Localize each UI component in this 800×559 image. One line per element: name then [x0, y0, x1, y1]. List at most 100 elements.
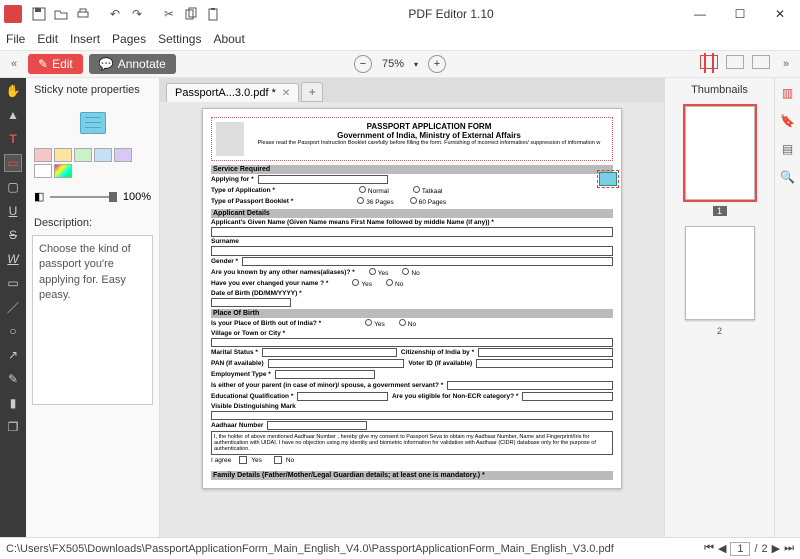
field-marks[interactable] [211, 411, 613, 420]
label-agree: I agree [211, 457, 231, 464]
two-page-view-icon[interactable] [726, 55, 744, 69]
swatch-purple[interactable] [114, 148, 132, 162]
field-gender[interactable] [242, 257, 613, 266]
arrow-tool-icon[interactable]: ↗ [4, 346, 22, 364]
annotate-mode-button[interactable]: 💬 Annotate [89, 54, 176, 74]
field-parent-gov[interactable] [447, 381, 613, 390]
field-citizenship[interactable] [478, 348, 613, 357]
prev-page-icon[interactable]: ◀ [718, 542, 726, 555]
underline-tool-icon[interactable]: U [4, 202, 22, 220]
radio-pob-yes[interactable]: Yes [374, 321, 385, 328]
continuous-view-icon[interactable] [752, 55, 770, 69]
description-textarea[interactable]: Choose the kind of passport you're apply… [32, 235, 153, 405]
image-tool-icon[interactable]: ▢ [4, 178, 22, 196]
search-panel-icon[interactable]: 🔍 [779, 168, 797, 186]
text-tool-icon[interactable]: T [4, 130, 22, 148]
menu-about[interactable]: About [213, 32, 244, 46]
swatch-pink[interactable] [34, 148, 52, 162]
swatch-green[interactable] [74, 148, 92, 162]
document-tab[interactable]: PassportA...3.0.pdf * ✕ [166, 83, 299, 102]
thumbnail-page-2[interactable] [685, 226, 755, 320]
radio-changed-yes[interactable]: Yes [361, 281, 372, 288]
field-dob[interactable] [211, 298, 291, 307]
next-page-icon[interactable]: ▶ [772, 542, 780, 555]
print-icon[interactable] [74, 5, 92, 23]
thumbnails-panel-icon[interactable]: ▥ [779, 84, 797, 102]
radio-aliases-yes[interactable]: Yes [378, 270, 389, 277]
radio-aliases-no[interactable]: No [411, 270, 419, 277]
attachments-panel-icon[interactable]: ▤ [779, 140, 797, 158]
pencil-tool-icon[interactable]: ✎ [4, 370, 22, 388]
copy-icon[interactable] [182, 5, 200, 23]
first-page-icon[interactable]: ⏮ [704, 542, 714, 555]
zoom-dropdown-icon[interactable]: ▾ [414, 60, 418, 69]
opacity-slider[interactable] [50, 196, 116, 198]
tab-close-icon[interactable]: ✕ [282, 88, 290, 99]
label-type-app: Type of Application * [211, 187, 275, 194]
description-label: Description: [26, 213, 159, 233]
swatch-yellow[interactable] [54, 148, 72, 162]
swatch-white[interactable] [34, 164, 52, 178]
radio-normal[interactable]: Normal [368, 188, 389, 195]
rect-tool-icon[interactable]: ▭ [4, 274, 22, 292]
field-applying-for[interactable] [258, 175, 388, 184]
zoom-out-button[interactable]: − [354, 55, 372, 73]
redo-icon[interactable]: ↷ [128, 5, 146, 23]
menu-file[interactable]: File [6, 32, 25, 46]
document-page[interactable]: PASSPORT APPLICATION FORM Government of … [202, 108, 622, 489]
save-icon[interactable] [30, 5, 48, 23]
paste-icon[interactable] [204, 5, 222, 23]
thumbnail-page-1[interactable] [685, 106, 755, 200]
menu-edit[interactable]: Edit [37, 32, 58, 46]
menu-settings[interactable]: Settings [158, 32, 201, 46]
radio-changed-no[interactable]: No [395, 281, 403, 288]
field-surname[interactable] [211, 246, 613, 256]
squiggly-tool-icon[interactable]: W [4, 250, 22, 268]
radio-tatkaal[interactable]: Tatkaal [422, 188, 443, 195]
zoom-in-button[interactable]: + [428, 55, 446, 73]
hand-tool-icon[interactable]: ✋ [4, 82, 22, 100]
circle-tool-icon[interactable]: ○ [4, 322, 22, 340]
field-employment[interactable] [275, 370, 375, 379]
undo-icon[interactable]: ↶ [106, 5, 124, 23]
field-given-name[interactable] [211, 227, 613, 237]
swatch-custom-icon[interactable] [54, 164, 72, 178]
minimize-button[interactable]: — [680, 0, 720, 28]
field-marital[interactable] [262, 348, 397, 357]
maximize-button[interactable]: ☐ [720, 0, 760, 28]
checkbox-agree-yes[interactable] [239, 456, 247, 464]
checkbox-agree-no[interactable] [274, 456, 282, 464]
sticky-note-annotation[interactable] [599, 172, 617, 186]
sticky-note-tool-icon[interactable]: ▭ [4, 154, 22, 172]
field-voter[interactable] [476, 359, 613, 368]
close-button[interactable]: ✕ [760, 0, 800, 28]
cut-icon[interactable]: ✂ [160, 5, 178, 23]
opacity-value: 100% [123, 191, 151, 203]
open-icon[interactable] [52, 5, 70, 23]
radio-60pages[interactable]: 60 Pages [419, 199, 446, 206]
field-non-ecr[interactable] [522, 392, 613, 401]
field-pan[interactable] [268, 359, 405, 368]
last-page-icon[interactable]: ⏭ [784, 542, 794, 555]
page-input[interactable]: 1 [730, 542, 750, 556]
collapse-left-icon[interactable]: « [6, 55, 22, 73]
field-aadhaar[interactable] [267, 421, 367, 430]
collapse-right-icon[interactable]: » [778, 55, 794, 73]
edit-mode-button[interactable]: ✎ Edit [28, 54, 83, 74]
new-tab-button[interactable]: + [301, 82, 323, 102]
stamp-tool-icon[interactable]: ❐ [4, 418, 22, 436]
menu-insert[interactable]: Insert [70, 32, 100, 46]
status-filepath: C:\Users\FX505\Downloads\PassportApplica… [6, 543, 698, 555]
highlight-tool-icon[interactable]: ▮ [4, 394, 22, 412]
radio-pob-no[interactable]: No [408, 321, 416, 328]
pointer-tool-icon[interactable]: ▲ [4, 106, 22, 124]
field-edu[interactable] [297, 392, 388, 401]
line-tool-icon[interactable]: ／ [4, 298, 22, 316]
strikeout-tool-icon[interactable]: S [4, 226, 22, 244]
bookmarks-panel-icon[interactable]: 🔖 [779, 112, 797, 130]
field-village[interactable] [211, 338, 613, 347]
swatch-blue[interactable] [94, 148, 112, 162]
menu-pages[interactable]: Pages [112, 32, 146, 46]
radio-36pages[interactable]: 36 Pages [366, 199, 393, 206]
single-page-view-icon[interactable] [700, 55, 718, 69]
